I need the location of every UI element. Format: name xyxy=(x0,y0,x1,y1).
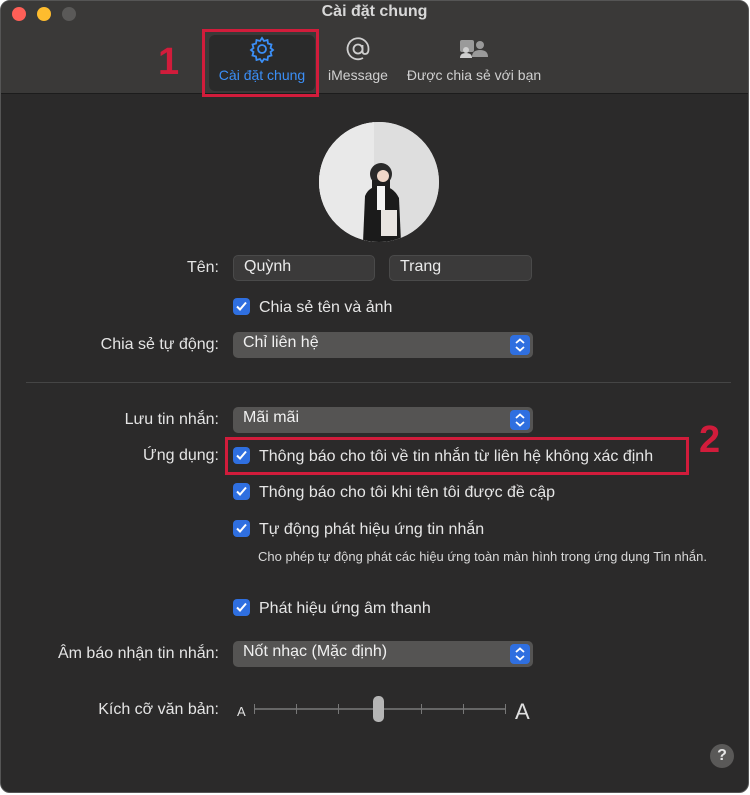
play-sound-effects-checkbox[interactable]: Phát hiệu ứng âm thanh xyxy=(233,599,431,618)
checkbox-checked-icon xyxy=(233,298,250,315)
help-button[interactable]: ? xyxy=(710,744,734,768)
name-label: Tên: xyxy=(186,259,219,276)
settings-window: Cài đặt chung Cài đặt chung iMessage Đượ… xyxy=(0,0,749,793)
first-name-field[interactable]: Quỳnh xyxy=(233,255,375,281)
auto-play-effects-label: Tự động phát hiệu ứng tin nhắn xyxy=(259,521,485,538)
chevron-updown-icon xyxy=(510,410,530,430)
keep-messages-label: Lưu tin nhắn: xyxy=(124,411,219,428)
keep-messages-popup[interactable]: Mãi mãi xyxy=(233,407,533,433)
checkbox-checked-icon xyxy=(233,599,250,616)
tab-shared-with-you[interactable]: Được chia sẻ với bạn xyxy=(403,35,545,85)
received-sound-label: Âm báo nhận tin nhắn: xyxy=(57,645,219,662)
profile-photo xyxy=(319,122,439,242)
auto-share-value: Chỉ liên hệ xyxy=(243,334,319,351)
checkbox-checked-icon xyxy=(233,520,250,537)
avatar[interactable] xyxy=(319,122,439,242)
received-sound-popup[interactable]: Nốt nhạc (Mặc định) xyxy=(233,641,533,667)
toolbar: Cài đặt chung Cài đặt chung iMessage Đượ… xyxy=(1,1,748,94)
annotation-number-2: 2 xyxy=(699,419,721,461)
slider-tick xyxy=(463,704,464,714)
chevron-updown-icon xyxy=(510,335,530,355)
auto-share-label: Chia sẻ tự động: xyxy=(100,336,219,353)
keep-messages-value: Mãi mãi xyxy=(243,409,300,426)
slider-tick xyxy=(296,704,297,714)
notify-mentioned-label: Thông báo cho tôi khi tên tôi được đề cậ… xyxy=(259,484,556,501)
text-size-slider-thumb[interactable] xyxy=(373,696,384,722)
slider-tick xyxy=(421,704,422,714)
application-label: Ứng dụng: xyxy=(143,447,219,464)
last-name-field[interactable]: Trang xyxy=(389,255,532,281)
share-name-photo-checkbox[interactable]: Chia sẻ tên và ảnh xyxy=(233,298,392,317)
checkbox-checked-icon xyxy=(233,483,250,500)
annotation-box-2 xyxy=(225,437,689,475)
slider-tick xyxy=(338,704,339,714)
auto-play-description: Cho phép tự động phát các hiệu ứng toàn … xyxy=(258,549,707,564)
tab-imessage[interactable]: iMessage xyxy=(323,35,393,85)
divider xyxy=(26,382,731,383)
chevron-updown-icon xyxy=(510,644,530,664)
auto-share-popup[interactable]: Chỉ liên hệ xyxy=(233,332,533,358)
slider-tick xyxy=(505,704,506,714)
text-size-large-label: A xyxy=(515,699,530,724)
notify-mentioned-checkbox[interactable]: Thông báo cho tôi khi tên tôi được đề cậ… xyxy=(233,483,555,502)
tab-imessage-label: iMessage xyxy=(328,67,388,83)
annotation-box-1 xyxy=(202,29,319,97)
play-sound-effects-label: Phát hiệu ứng âm thanh xyxy=(259,600,431,617)
shared-with-you-icon xyxy=(403,35,545,63)
text-size-label: Kích cỡ văn bản: xyxy=(98,701,219,718)
received-sound-value: Nốt nhạc (Mặc định) xyxy=(243,643,388,660)
auto-play-effects-checkbox[interactable]: Tự động phát hiệu ứng tin nhắn xyxy=(233,520,484,539)
share-name-photo-label: Chia sẻ tên và ảnh xyxy=(259,299,393,316)
annotation-number-1: 1 xyxy=(158,41,180,83)
window-title: Cài đặt chung xyxy=(321,3,428,20)
slider-tick xyxy=(254,704,255,714)
tab-shared-label: Được chia sẻ với bạn xyxy=(406,67,542,83)
at-icon xyxy=(323,35,393,63)
text-size-small-label: A xyxy=(237,704,246,719)
